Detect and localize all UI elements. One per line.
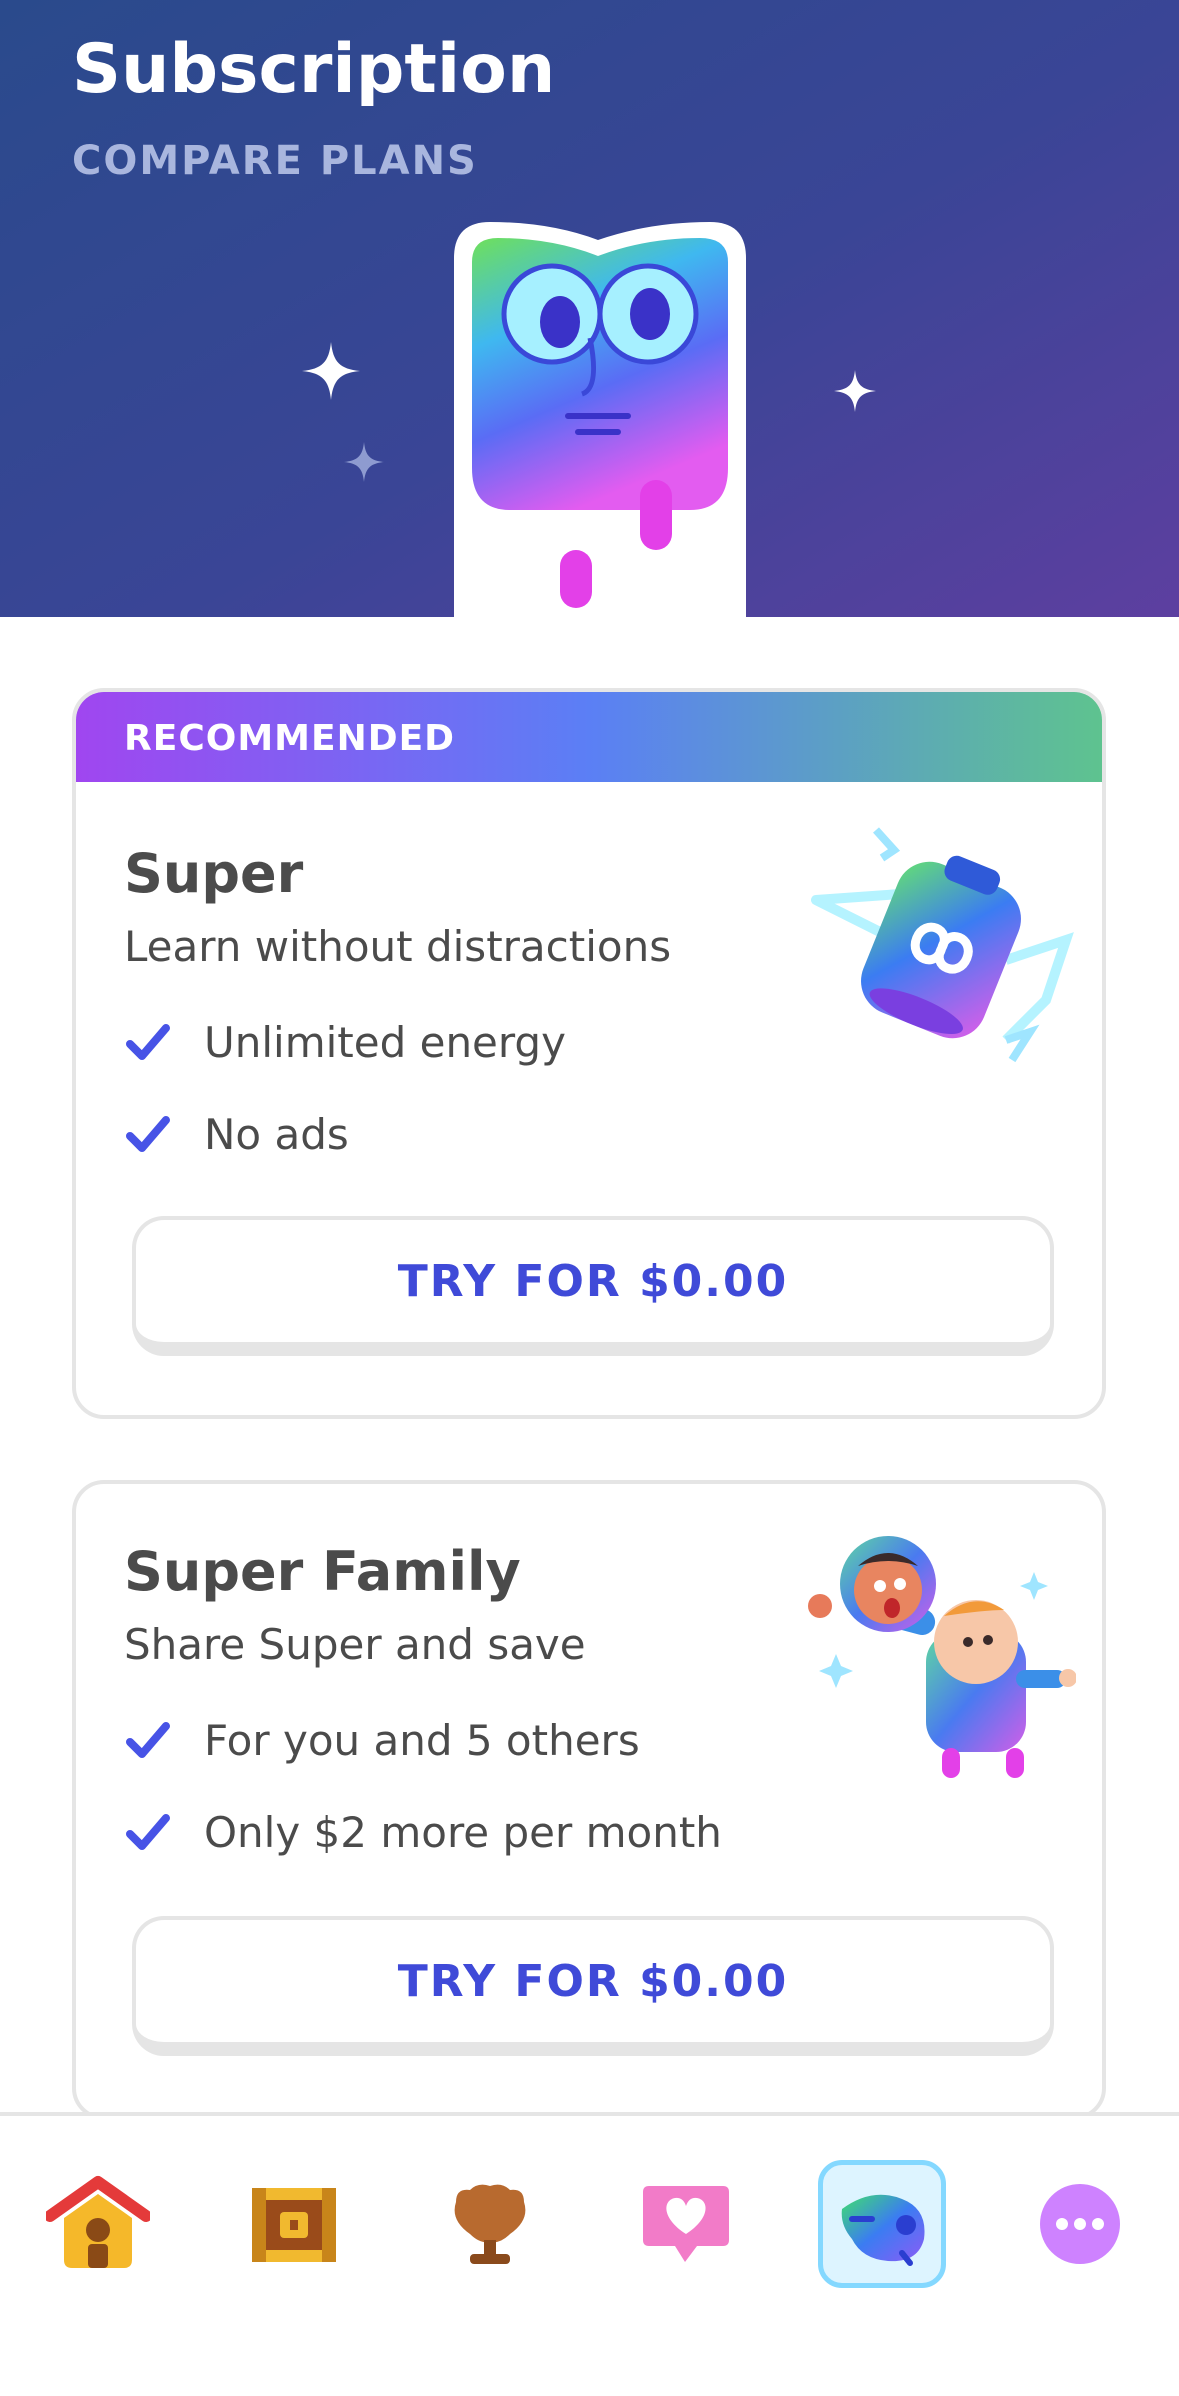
- feature-item: Only $2 more per month: [124, 1802, 722, 1862]
- feature-item: For you and 5 others: [124, 1710, 640, 1770]
- plan-card-super: RECOMMENDED Super Learn without distract…: [72, 688, 1106, 1419]
- home-icon: [46, 2176, 150, 2268]
- subscription-header: Subscription COMPARE PLANS: [0, 0, 1179, 617]
- feature-text: No ads: [204, 1109, 349, 1159]
- feature-item: Unlimited energy: [124, 1012, 566, 1072]
- nav-quests[interactable]: [230, 2160, 358, 2288]
- trophy-icon: [454, 2184, 526, 2264]
- plan-title: Super: [124, 842, 304, 905]
- checkmark-icon: [126, 1024, 170, 1060]
- try-super-button[interactable]: TRY FOR $0.00: [132, 1216, 1054, 1356]
- super-mascot-illustration: [454, 222, 746, 617]
- treasure-chest-icon: [252, 2188, 336, 2262]
- bottom-navigation: [0, 2112, 1179, 2396]
- try-super-family-button[interactable]: TRY FOR $0.00: [132, 1916, 1054, 2056]
- compare-plans-link[interactable]: COMPARE PLANS: [72, 138, 478, 184]
- feature-item: No ads: [124, 1104, 349, 1164]
- energy-battery-illustration: [811, 827, 1074, 1063]
- feature-text: Unlimited energy: [204, 1017, 566, 1067]
- checkmark-icon: [126, 1722, 170, 1758]
- nav-more[interactable]: [1016, 2160, 1144, 2288]
- feature-text: For you and 5 others: [204, 1715, 640, 1765]
- heart-chat-icon: [643, 2186, 729, 2262]
- checkmark-icon: [126, 1814, 170, 1850]
- more-icon: [1040, 2184, 1120, 2264]
- nav-leaderboard[interactable]: [426, 2160, 554, 2288]
- plan-description: Share Super and save: [124, 1620, 586, 1669]
- page-title: Subscription: [72, 30, 556, 109]
- sparkle-icon: [834, 370, 876, 412]
- sparkle-icon: [344, 442, 384, 482]
- nav-social[interactable]: [622, 2160, 750, 2288]
- family-characters-illustration: [808, 1536, 1076, 1778]
- feature-text: Only $2 more per month: [204, 1807, 722, 1857]
- nav-home[interactable]: [34, 2160, 162, 2288]
- plan-title: Super Family: [124, 1540, 521, 1603]
- checkmark-icon: [126, 1116, 170, 1152]
- recommended-badge: RECOMMENDED: [76, 692, 1102, 782]
- super-owl-icon: [841, 2194, 925, 2266]
- nav-super[interactable]: [818, 2160, 946, 2288]
- plan-card-super-family: Super Family Share Super and save For yo…: [72, 1480, 1106, 2120]
- plan-description: Learn without distractions: [124, 922, 672, 971]
- sparkle-icon: [302, 342, 360, 400]
